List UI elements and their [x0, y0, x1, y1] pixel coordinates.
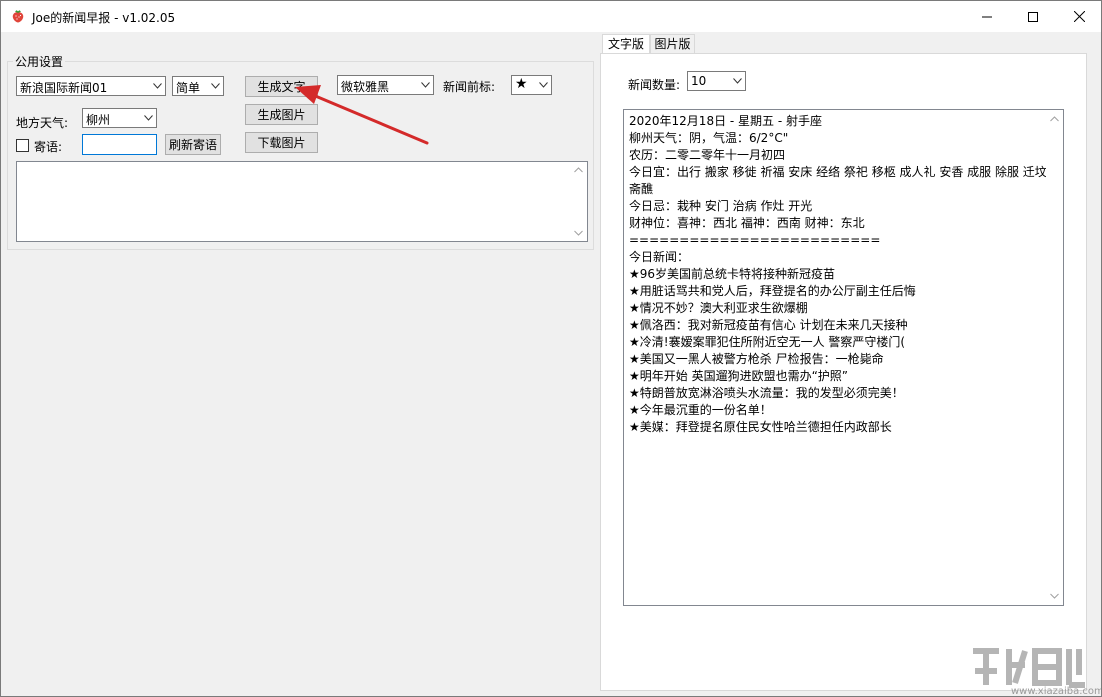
news-source-select[interactable]: 新浪国际新闻01 — [16, 76, 166, 96]
close-icon — [1073, 11, 1085, 22]
generate-image-button[interactable]: 生成图片 — [245, 104, 318, 125]
city-select[interactable]: 柳州 — [82, 108, 157, 128]
local-weather-label: 地方天气: — [16, 116, 69, 130]
news-prefix-select[interactable]: ★ — [511, 75, 552, 95]
watermark-text: www.xiazaiba.com — [1011, 686, 1102, 697]
news-output-text: 2020年12月18日 - 星期五 - 射手座 柳州天气：阴，气温：6/2°C"… — [629, 114, 1047, 434]
news-prefix-value: ★ — [515, 76, 528, 92]
news-count-value: 10 — [691, 74, 707, 88]
chevron-down-icon — [733, 78, 742, 84]
maximize-button[interactable] — [1010, 1, 1056, 32]
minimize-icon — [982, 16, 992, 17]
generate-text-button[interactable]: 生成文字 — [245, 76, 318, 97]
scroll-up-icon[interactable] — [1050, 116, 1059, 122]
news-count-select[interactable]: 10 — [687, 71, 746, 91]
scroll-up-icon[interactable] — [574, 167, 583, 173]
settings-group-title: 公用设置 — [13, 53, 66, 70]
chevron-down-icon — [421, 82, 430, 88]
maximize-icon — [1028, 11, 1038, 22]
window-title: Joe的新闻早报 - v1.02.05 — [32, 11, 176, 25]
text-tab-panel: 新闻数量: 10 2020年12月18日 - 星期五 - 射手座 柳州天气：阴，… — [600, 53, 1087, 691]
chevron-down-icon — [539, 82, 548, 88]
scrollbar[interactable] — [1046, 110, 1063, 605]
news-prefix-label: 新闻前标: — [443, 80, 496, 94]
tab-text-version[interactable]: 文字版 — [602, 34, 650, 54]
city-value: 柳州 — [86, 113, 111, 127]
title-bar: Joe的新闻早报 - v1.02.05 — [1, 1, 1101, 32]
scrollbar[interactable] — [570, 162, 587, 241]
watermark-logo — [973, 648, 1085, 688]
tab-image-version[interactable]: 图片版 — [650, 34, 695, 53]
font-select[interactable]: 微软雅黑 — [337, 75, 434, 95]
script-select[interactable]: 简单 — [172, 76, 224, 96]
refresh-greeting-button[interactable]: 刷新寄语 — [165, 134, 221, 155]
scroll-down-icon[interactable] — [1050, 593, 1059, 599]
app-window: Joe的新闻早报 - v1.02.05 公用设置 新浪国际新闻01 简单 生成文… — [0, 0, 1102, 697]
strawberry-icon — [12, 10, 24, 23]
news-output-textarea[interactable]: 2020年12月18日 - 星期五 - 射手座 柳州天气：阴，气温：6/2°C"… — [623, 109, 1064, 606]
chevron-down-icon — [211, 83, 220, 89]
script-value: 简单 — [176, 81, 201, 95]
preview-textarea[interactable] — [16, 161, 588, 242]
close-button[interactable] — [1056, 1, 1101, 32]
download-image-button[interactable]: 下载图片 — [245, 132, 318, 153]
greeting-input[interactable] — [82, 134, 157, 155]
font-value: 微软雅黑 — [341, 80, 390, 94]
scroll-down-icon[interactable] — [574, 230, 583, 236]
greeting-checkbox[interactable] — [16, 139, 29, 152]
chevron-down-icon — [153, 83, 162, 89]
minimize-button[interactable] — [964, 1, 1010, 32]
greeting-label: 寄语: — [34, 140, 63, 154]
news-count-label: 新闻数量: — [628, 78, 681, 92]
chevron-down-icon — [144, 115, 153, 121]
news-source-value: 新浪国际新闻01 — [20, 81, 108, 95]
